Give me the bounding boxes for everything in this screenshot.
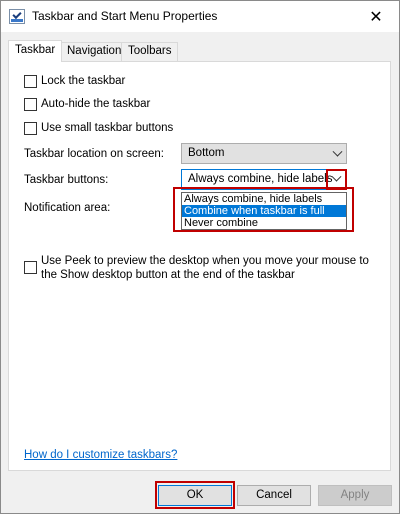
ok-highlight-frame (155, 481, 235, 509)
location-value: Bottom (188, 147, 225, 159)
lock-taskbar-label: Lock the taskbar (41, 75, 126, 87)
lock-taskbar-option[interactable]: Lock the taskbar (24, 73, 125, 89)
dropdown-highlight-frame (173, 187, 354, 232)
tab-navigation[interactable]: Navigation (60, 42, 129, 61)
chevron-down-icon (331, 171, 342, 182)
cancel-button[interactable]: Cancel (237, 485, 311, 506)
location-label: Taskbar location on screen: (24, 148, 164, 160)
autohide-taskbar-option[interactable]: Auto-hide the taskbar (24, 96, 150, 112)
autohide-taskbar-label: Auto-hide the taskbar (41, 98, 151, 110)
taskbar-buttons-label: Taskbar buttons: (24, 174, 109, 186)
small-buttons-checkbox[interactable] (24, 121, 37, 135)
taskbar-buttons-value: Always combine, hide labels (188, 173, 333, 185)
tab-toolbars[interactable]: Toolbars (121, 42, 179, 61)
notification-area-label: Notification area: (24, 202, 111, 214)
customize-taskbars-help-link[interactable]: How do I customize taskbars? (24, 449, 177, 461)
tab-taskbar[interactable]: Taskbar (8, 40, 63, 62)
taskbar-properties-icon (9, 9, 25, 24)
autohide-taskbar-checkbox[interactable] (24, 97, 37, 111)
small-buttons-label: Use small taskbar buttons (41, 122, 174, 134)
lock-taskbar-checkbox[interactable] (24, 74, 37, 88)
close-button[interactable]: ✕ (353, 1, 399, 32)
peek-label: Use Peek to preview the desktop when you… (41, 255, 369, 281)
window-title: Taskbar and Start Menu Properties (32, 9, 218, 23)
properties-window: Taskbar and Start Menu Properties ✕ Task… (0, 0, 400, 514)
chevron-down-icon (332, 146, 343, 157)
apply-button[interactable]: Apply (318, 485, 392, 506)
peek-checkbox[interactable] (24, 261, 37, 274)
peek-option[interactable]: Use Peek to preview the desktop when you… (24, 254, 379, 282)
taskbar-tab-panel: Lock the taskbar Auto-hide the taskbar U… (8, 61, 391, 471)
title-bar: Taskbar and Start Menu Properties ✕ (1, 1, 399, 32)
small-buttons-option[interactable]: Use small taskbar buttons (24, 120, 173, 136)
location-select[interactable]: Bottom (181, 143, 347, 164)
